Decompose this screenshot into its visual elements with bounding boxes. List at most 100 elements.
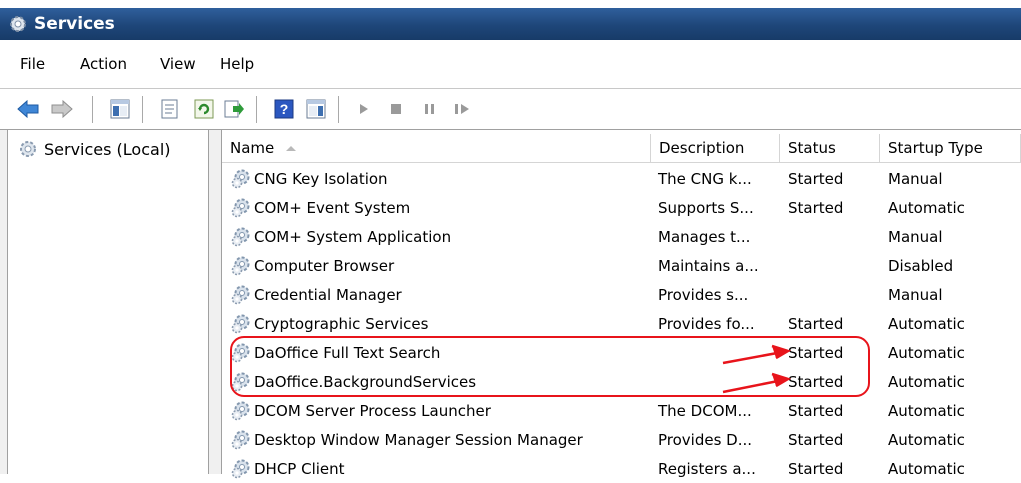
- toolbar: ?: [0, 89, 1021, 130]
- service-startup-cell-text: Automatic: [888, 372, 965, 391]
- service-startup-cell: Automatic: [888, 193, 965, 222]
- show-hide-tree-icon[interactable]: [108, 97, 132, 121]
- service-name-cell-text: COM+ System Application: [254, 227, 452, 246]
- service-status-cell: Started: [788, 367, 843, 396]
- service-name-cell: DHCP Client: [230, 454, 345, 483]
- column-header-name-label: Name: [230, 139, 275, 157]
- service-startup-cell-text: Automatic: [888, 401, 965, 420]
- service-status-cell: Started: [788, 193, 843, 222]
- service-description-cell-text: Maintains a...: [658, 256, 759, 275]
- forward-arrow-icon[interactable]: [50, 97, 74, 121]
- service-status-cell: Started: [788, 454, 843, 483]
- service-status-cell-text: Started: [788, 430, 844, 449]
- service-description-cell-text: Manages t...: [658, 227, 751, 246]
- service-name-cell: CNG Key Isolation: [230, 164, 388, 193]
- table-row[interactable]: Cryptographic Services Provides fo... Star…: [222, 309, 1021, 338]
- table-row[interactable]: DaOffice Full Text Search Started Automati…: [222, 338, 1021, 367]
- title-bar: Services: [0, 8, 1021, 40]
- service-startup-cell: Automatic: [888, 396, 965, 425]
- service-description-cell: Provides D...: [658, 425, 752, 454]
- service-startup-cell-text: Automatic: [888, 430, 965, 449]
- service-status-cell: Started: [788, 309, 843, 338]
- service-name-cell: DaOffice Full Text Search: [230, 338, 440, 367]
- help-icon[interactable]: ?: [272, 97, 296, 121]
- column-header-description-label: Description: [659, 139, 745, 157]
- table-row[interactable]: DCOM Server Process Launcher The DCOM... S…: [222, 396, 1021, 425]
- service-startup-cell: Manual: [888, 222, 943, 251]
- table-row[interactable]: COM+ Event System Supports S... Started Aut…: [222, 193, 1021, 222]
- service-name-cell: Desktop Window Manager Session Manager: [230, 425, 583, 454]
- service-name-cell: DCOM Server Process Launcher: [230, 396, 491, 425]
- table-row[interactable]: DaOffice.BackgroundServices Started Automa…: [222, 367, 1021, 396]
- service-status-cell: Started: [788, 425, 843, 454]
- service-status-cell-text: Started: [788, 169, 844, 188]
- service-gear-icon: [230, 197, 252, 219]
- export-list-icon[interactable]: [222, 97, 246, 121]
- service-status-cell-text: Started: [788, 198, 844, 217]
- column-header-name[interactable]: Name: [222, 134, 651, 163]
- table-row[interactable]: DHCP Client Registers a... Started Automati…: [222, 454, 1021, 483]
- service-gear-icon: [230, 168, 252, 190]
- column-header-description[interactable]: Description: [651, 134, 780, 163]
- show-hide-action-pane-icon[interactable]: [304, 97, 328, 121]
- start-service-icon[interactable]: [352, 97, 376, 121]
- service-status-cell: Started: [788, 164, 843, 193]
- service-description-cell-text: Supports S...: [658, 198, 754, 217]
- service-startup-cell-text: Automatic: [888, 314, 965, 333]
- column-header-status[interactable]: Status: [780, 134, 880, 163]
- column-header-startup-label: Startup Type: [888, 139, 983, 157]
- service-name-cell: Cryptographic Services: [230, 309, 428, 338]
- service-name-cell-text: COM+ Event System: [254, 198, 411, 217]
- service-name-cell: COM+ Event System: [230, 193, 410, 222]
- service-startup-cell-text: Manual: [888, 227, 943, 246]
- pane-splitter[interactable]: [209, 130, 222, 474]
- service-name-cell-text: Desktop Window Manager Session Manager: [254, 430, 583, 449]
- menu-view[interactable]: View: [160, 55, 196, 73]
- service-startup-cell-text: Automatic: [888, 459, 965, 478]
- service-description-cell-text: The CNG k...: [658, 169, 752, 188]
- table-row[interactable]: Desktop Window Manager Session Manager Pr…: [222, 425, 1021, 454]
- service-gear-icon: [230, 284, 252, 306]
- service-name-cell-text: Credential Manager: [254, 285, 402, 304]
- service-startup-cell: Automatic: [888, 309, 965, 338]
- service-name-cell-text: DaOffice Full Text Search: [254, 343, 441, 362]
- toolbar-separator: [256, 96, 258, 123]
- table-row[interactable]: CNG Key Isolation The CNG k... Started Manu…: [222, 164, 1021, 193]
- column-header-startup-type[interactable]: Startup Type: [880, 134, 1021, 163]
- sort-ascending-icon: [286, 146, 297, 151]
- menu-file[interactable]: File: [20, 55, 45, 73]
- service-startup-cell-text: Automatic: [888, 198, 965, 217]
- service-description-cell-text: The DCOM...: [658, 401, 752, 420]
- table-row[interactable]: Credential Manager Provides s... Manual: [222, 280, 1021, 309]
- service-startup-cell-text: Disabled: [888, 256, 954, 275]
- service-name-cell-text: DaOffice.BackgroundServices: [254, 372, 477, 391]
- service-description-cell: Manages t...: [658, 222, 750, 251]
- service-description-cell: Registers a...: [658, 454, 756, 483]
- service-status-cell: Started: [788, 396, 843, 425]
- service-status-cell-text: Started: [788, 343, 844, 362]
- tree-node-services-local[interactable]: Services (Local): [18, 139, 171, 159]
- service-description-cell: Provides fo...: [658, 309, 755, 338]
- properties-icon[interactable]: [158, 97, 182, 121]
- services-list: Name Description Status Startup Type CNG…: [222, 130, 1021, 478]
- console-tree: Services (Local): [8, 130, 209, 474]
- service-name-cell-text: DCOM Server Process Launcher: [254, 401, 491, 420]
- service-gear-icon: [230, 458, 252, 480]
- service-status-cell-text: Started: [788, 372, 844, 391]
- service-gear-icon: [230, 342, 252, 364]
- service-name-cell-text: CNG Key Isolation: [254, 169, 388, 188]
- back-arrow-icon[interactable]: [16, 97, 40, 121]
- service-description-cell: Supports S...: [658, 193, 754, 222]
- table-row[interactable]: Computer Browser Maintains a... Disabled: [222, 251, 1021, 280]
- service-status-cell: Started: [788, 338, 843, 367]
- menu-action[interactable]: Action: [80, 55, 127, 73]
- table-row[interactable]: COM+ System Application Manages t... Manua…: [222, 222, 1021, 251]
- pause-service-icon[interactable]: [418, 97, 442, 121]
- refresh-icon[interactable]: [192, 97, 216, 121]
- service-gear-icon: [230, 226, 252, 248]
- menu-help[interactable]: Help: [220, 55, 254, 73]
- stop-service-icon[interactable]: [384, 97, 408, 121]
- restart-service-icon[interactable]: [450, 97, 474, 121]
- service-startup-cell-text: Manual: [888, 285, 943, 304]
- service-startup-cell: Automatic: [888, 338, 965, 367]
